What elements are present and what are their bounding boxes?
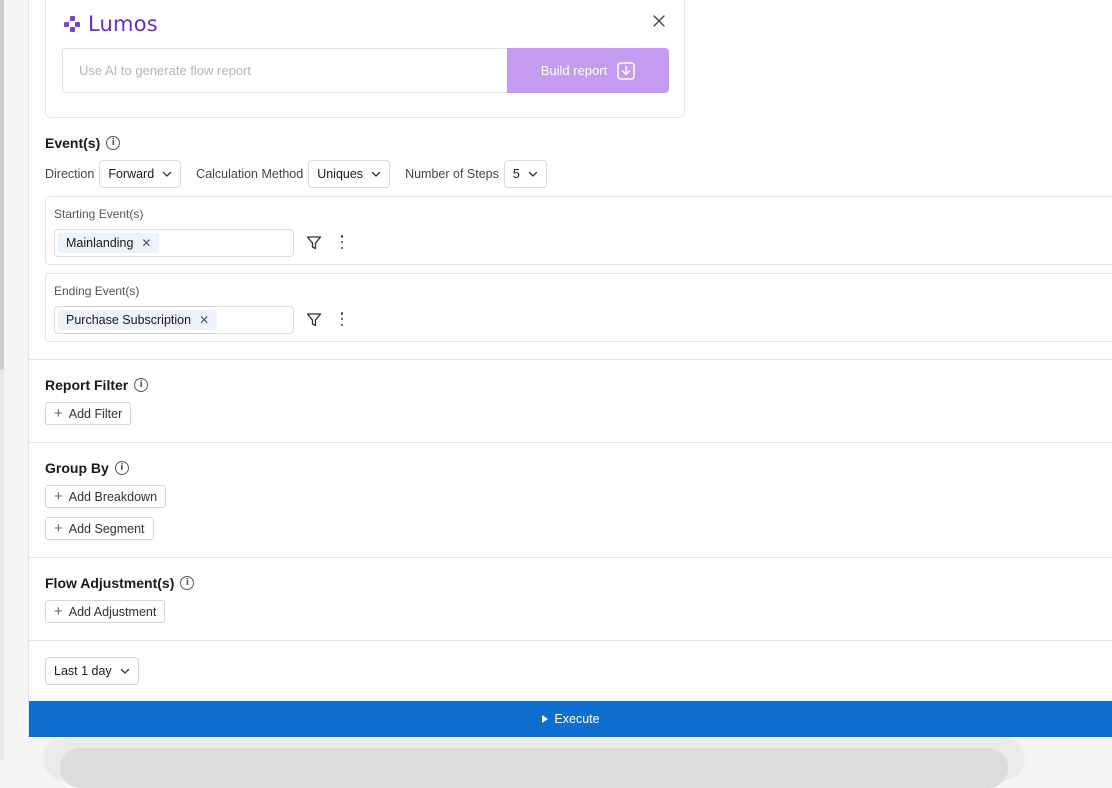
flow-adjustment-title: Flow Adjustment(s) i xyxy=(45,575,195,591)
section-divider xyxy=(29,359,1112,360)
direction-label: Direction xyxy=(45,167,95,181)
starting-events-box: Starting Event(s) Mainlanding ✕ xyxy=(45,196,1112,265)
lumos-logo: Lumos xyxy=(64,12,158,36)
event-chip-label: Mainlanding xyxy=(66,236,134,250)
event-chip[interactable]: Purchase Subscription ✕ xyxy=(58,310,218,330)
chevron-down-icon xyxy=(120,668,129,674)
calc-method-select[interactable]: Uniques xyxy=(308,160,391,188)
event-chip-label: Purchase Subscription xyxy=(66,313,192,327)
chevron-down-icon xyxy=(163,171,172,177)
filter-icon[interactable] xyxy=(306,235,322,251)
steps-label: Number of Steps xyxy=(405,167,499,181)
section-divider xyxy=(29,442,1112,443)
flow-adjustment-title-text: Flow Adjustment(s) xyxy=(45,575,175,591)
date-range-value: Last 1 day xyxy=(54,664,112,678)
plus-icon: + xyxy=(54,488,63,505)
report-filter-title: Report Filter i xyxy=(45,377,149,393)
info-icon[interactable]: i xyxy=(180,576,195,590)
plus-icon: + xyxy=(54,520,63,537)
scrollbar-track[interactable] xyxy=(0,0,4,760)
play-icon xyxy=(542,715,549,723)
plus-icon: + xyxy=(54,603,63,620)
build-report-button[interactable]: Build report xyxy=(507,48,669,93)
build-report-label: Build report xyxy=(540,63,608,78)
close-icon[interactable] xyxy=(650,12,668,30)
steps-select[interactable]: 5 xyxy=(503,160,547,188)
remove-chip-icon[interactable]: ✕ xyxy=(199,313,209,327)
chevron-down-icon xyxy=(371,171,381,177)
ai-prompt-row: Build report xyxy=(62,48,669,93)
plus-icon: + xyxy=(54,405,63,422)
add-breakdown-button[interactable]: + Add Breakdown xyxy=(45,485,167,508)
more-vertical-icon[interactable] xyxy=(340,312,344,326)
add-filter-label: Add Filter xyxy=(68,406,123,421)
ending-events-label: Ending Event(s) xyxy=(54,284,140,298)
ending-events-field[interactable]: Purchase Subscription ✕ xyxy=(54,306,294,334)
group-by-title-text: Group By xyxy=(45,460,109,476)
calc-method-label: Calculation Method xyxy=(196,167,304,181)
starting-events-label: Starting Event(s) xyxy=(54,207,144,221)
ai-prompt-input[interactable] xyxy=(62,48,507,93)
chevron-down-icon xyxy=(528,171,537,177)
add-filter-button[interactable]: + Add Filter xyxy=(45,402,132,425)
direction-value: Forward xyxy=(108,167,155,181)
more-vertical-icon[interactable] xyxy=(340,235,344,249)
sparkle-icon xyxy=(64,16,80,32)
add-adjustment-button[interactable]: + Add Adjustment xyxy=(45,600,166,623)
events-section-title: Event(s) i xyxy=(45,135,121,151)
execute-label: Execute xyxy=(554,712,600,726)
scrollbar-thumb[interactable] xyxy=(0,0,4,370)
info-icon[interactable]: i xyxy=(134,378,149,392)
lumos-title: Lumos xyxy=(88,12,158,36)
events-title-text: Event(s) xyxy=(45,135,101,151)
download-icon xyxy=(617,61,635,80)
lumos-card: Lumos Build report xyxy=(45,0,685,118)
starting-events-field[interactable]: Mainlanding ✕ xyxy=(54,229,294,257)
event-chip[interactable]: Mainlanding ✕ xyxy=(58,233,160,253)
date-range-select[interactable]: Last 1 day xyxy=(45,657,139,685)
remove-chip-icon[interactable]: ✕ xyxy=(141,236,151,250)
add-segment-label: Add Segment xyxy=(68,521,145,536)
calc-method-value: Uniques xyxy=(317,167,364,181)
add-segment-button[interactable]: + Add Segment xyxy=(45,517,154,540)
report-config-panel: Lumos Build report Event(s) i Direction … xyxy=(28,0,1112,738)
add-breakdown-label: Add Breakdown xyxy=(68,489,158,504)
info-icon[interactable]: i xyxy=(106,136,121,150)
steps-value: 5 xyxy=(512,167,520,181)
ending-events-box: Ending Event(s) Purchase Subscription ✕ xyxy=(45,273,1112,342)
report-filter-title-text: Report Filter xyxy=(45,377,129,393)
info-icon[interactable]: i xyxy=(114,461,129,475)
direction-select[interactable]: Forward xyxy=(99,160,182,188)
section-divider xyxy=(29,557,1112,558)
execute-button[interactable]: Execute xyxy=(29,701,1112,737)
section-divider xyxy=(29,640,1112,641)
bottom-panel-edge xyxy=(44,740,1024,788)
events-controls: Direction Forward Calculation Method Uni… xyxy=(45,160,562,188)
add-adjustment-label: Add Adjustment xyxy=(68,604,157,619)
group-by-title: Group By i xyxy=(45,460,129,476)
filter-icon[interactable] xyxy=(306,312,322,328)
